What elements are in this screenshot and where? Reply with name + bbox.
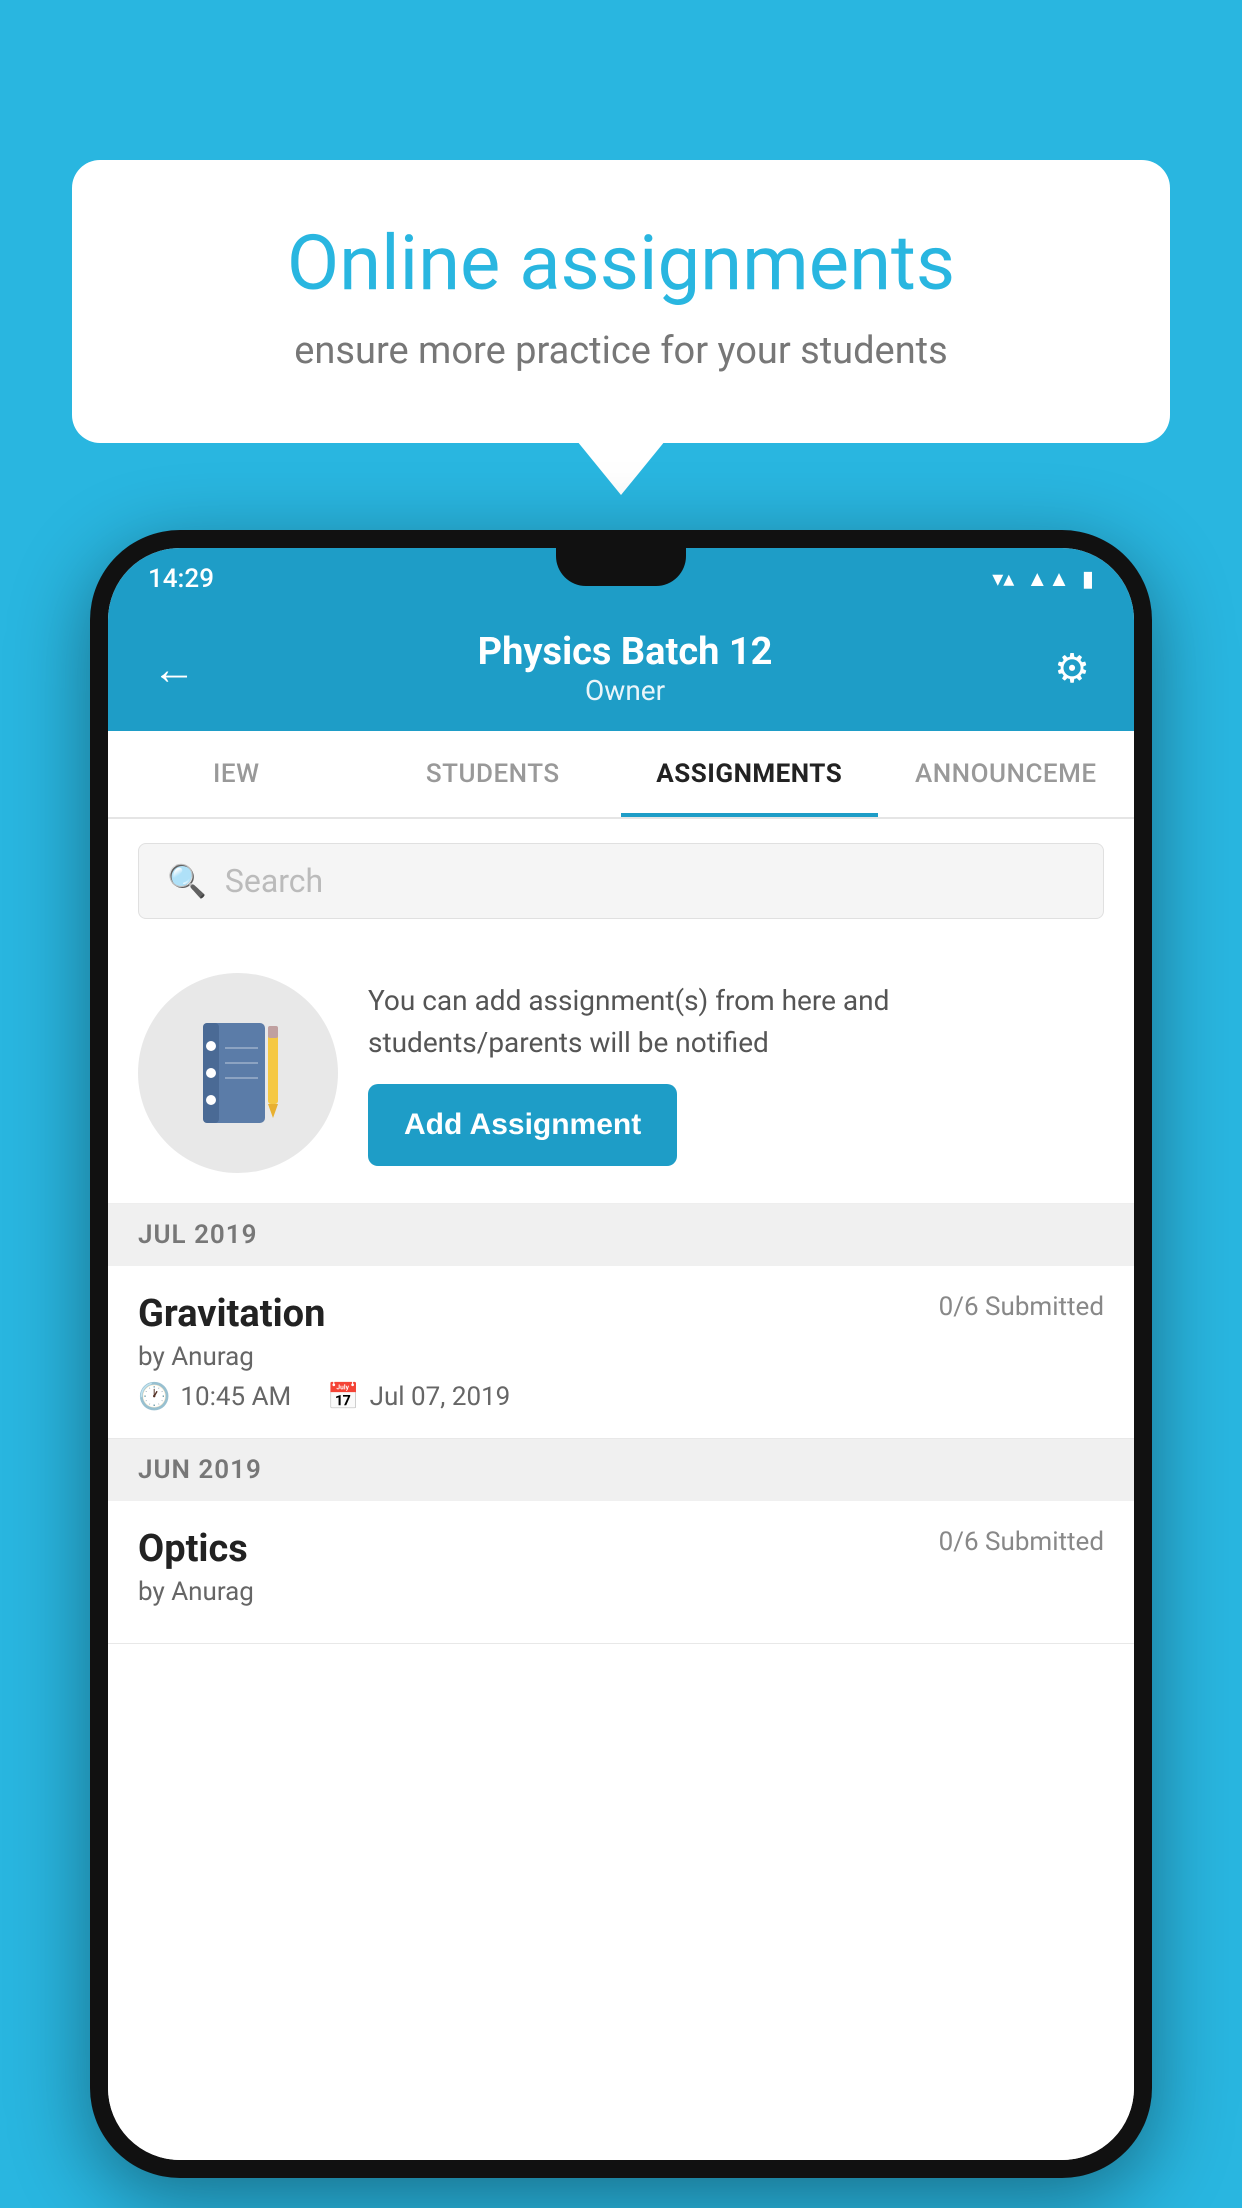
speech-bubble: Online assignments ensure more practice … (72, 160, 1170, 443)
promo-block: You can add assignment(s) from here and … (108, 943, 1134, 1204)
assignment-meta-gravitation: 🕐 10:45 AM 📅 Jul 07, 2019 (138, 1382, 1104, 1412)
notebook-svg (193, 1018, 283, 1128)
tab-announcements[interactable]: ANNOUNCEME (878, 731, 1135, 817)
status-time: 14:29 (148, 564, 214, 594)
header-center: Physics Batch 12 Owner (478, 630, 773, 707)
status-bar: 14:29 ▾▴ ▲▲ ▮ (108, 548, 1134, 610)
header-title: Physics Batch 12 (478, 630, 773, 674)
search-bar[interactable]: 🔍 Search (138, 843, 1104, 919)
add-assignment-button[interactable]: Add Assignment (368, 1084, 677, 1166)
meta-date: 📅 Jul 07, 2019 (327, 1382, 510, 1412)
assignment-item-gravitation[interactable]: Gravitation 0/6 Submitted by Anurag 🕐 10… (108, 1266, 1134, 1439)
signal-icon: ▲▲ (1026, 566, 1070, 592)
assignment-item-optics[interactable]: Optics 0/6 Submitted by Anurag (108, 1501, 1134, 1644)
assignment-date: Jul 07, 2019 (370, 1382, 511, 1412)
search-container: 🔍 Search (108, 819, 1134, 943)
wifi-icon: ▾▴ (992, 567, 1014, 592)
tab-bar: IEW STUDENTS ASSIGNMENTS ANNOUNCEME (108, 731, 1134, 819)
tab-assignments[interactable]: ASSIGNMENTS (621, 731, 878, 817)
assignment-author-gravitation: by Anurag (138, 1342, 1104, 1372)
assignment-time: 10:45 AM (180, 1382, 291, 1412)
content-area: 🔍 Search (108, 819, 1134, 2160)
section-header-jul: JUL 2019 (108, 1204, 1134, 1266)
assignment-author-optics: by Anurag (138, 1577, 1104, 1607)
phone-notch (556, 548, 686, 586)
meta-time: 🕐 10:45 AM (138, 1382, 291, 1412)
search-icon: 🔍 (167, 862, 207, 900)
promo-icon-circle (138, 973, 338, 1173)
section-header-jun: JUN 2019 (108, 1439, 1134, 1501)
tab-iew[interactable]: IEW (108, 731, 365, 817)
speech-bubble-container: Online assignments ensure more practice … (72, 160, 1170, 443)
settings-icon[interactable]: ⚙ (1054, 645, 1090, 692)
tab-students[interactable]: STUDENTS (365, 731, 622, 817)
back-button[interactable]: ← (152, 643, 196, 695)
status-icons: ▾▴ ▲▲ ▮ (992, 566, 1094, 592)
app-header: ← Physics Batch 12 Owner ⚙ (108, 610, 1134, 731)
assignment-submitted-optics: 0/6 Submitted (939, 1527, 1104, 1557)
assignment-top-row-optics: Optics 0/6 Submitted (138, 1527, 1104, 1571)
phone-inner: 14:29 ▾▴ ▲▲ ▮ ← Physics Batch 12 Owner ⚙… (108, 548, 1134, 2160)
clock-icon: 🕐 (138, 1382, 170, 1412)
assignment-top-row: Gravitation 0/6 Submitted (138, 1292, 1104, 1336)
speech-bubble-title: Online assignments (152, 220, 1090, 307)
speech-bubble-subtitle: ensure more practice for your students (152, 329, 1090, 373)
search-placeholder: Search (225, 862, 323, 900)
header-subtitle: Owner (478, 674, 773, 707)
phone-frame: 14:29 ▾▴ ▲▲ ▮ ← Physics Batch 12 Owner ⚙… (90, 530, 1152, 2178)
assignment-title-gravitation: Gravitation (138, 1292, 325, 1336)
promo-text-area: You can add assignment(s) from here and … (368, 980, 1104, 1166)
calendar-icon: 📅 (327, 1382, 359, 1412)
assignment-title-optics: Optics (138, 1527, 248, 1571)
battery-icon: ▮ (1082, 567, 1094, 592)
assignment-submitted-gravitation: 0/6 Submitted (939, 1292, 1104, 1322)
promo-description: You can add assignment(s) from here and … (368, 980, 1104, 1064)
